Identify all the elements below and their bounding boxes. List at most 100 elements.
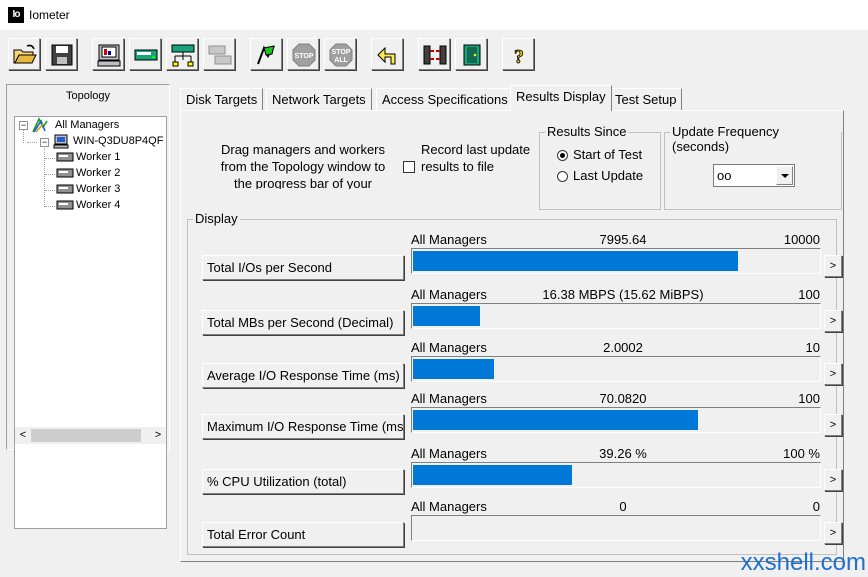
new-network-worker-button[interactable] [166,38,198,70]
metric-value: 7995.64 [599,232,647,247]
computer-icon [53,134,69,149]
metric-row: All Managers 0 0 Total Error Count > [188,498,842,553]
reset-arrow-icon [377,46,396,65]
exit-button[interactable] [455,38,487,70]
metric-target: All Managers [411,391,487,406]
disconnect-button[interactable] [418,38,450,70]
svg-text:ALL: ALL [334,57,348,64]
start-tests-button[interactable] [250,38,282,70]
metric-target: All Managers [411,340,487,355]
metric-bar-fill [413,465,572,485]
update-frequency-select[interactable]: oo [713,164,795,187]
metric-bar-fill [413,359,494,379]
metric-value: 0 [619,499,627,514]
metric-row: All Managers 2.0002 10 Average I/O Respo… [188,339,842,394]
reset-workers-button[interactable] [371,38,403,70]
metric-target-button[interactable]: > [824,522,842,544]
metric-max: 100 [798,287,820,302]
about-button[interactable]: ? [502,38,534,70]
metric-bar-fill [413,410,698,430]
metric-select-button[interactable]: % CPU Utilization (total) [202,469,404,494]
duplicate-worker-button[interactable] [203,38,235,70]
open-config-button[interactable] [8,38,40,70]
metric-target-button[interactable]: > [824,310,842,332]
metric-progress-bar[interactable] [411,462,821,488]
metric-progress-bar[interactable] [411,248,821,274]
metric-bar-fill [413,251,738,271]
metric-target: All Managers [411,446,487,461]
metric-progress-bar[interactable] [411,356,821,382]
svg-text:STOP: STOP [332,49,351,56]
display-title: Display [193,211,240,226]
metric-progress-bar[interactable] [411,407,821,433]
last-update-radio[interactable] [557,171,568,182]
new-disk-worker-button[interactable] [129,38,161,70]
tree-label: Worker 3 [76,183,121,195]
start-display-button[interactable] [92,38,124,70]
metric-value: 16.38 MBPS (15.62 MiBPS) [542,287,704,302]
iometer-logo-icon: Io [8,7,24,23]
chevron-down-icon[interactable] [776,166,793,185]
stop-button[interactable]: STOP [287,38,319,70]
tab-network-targets[interactable]: Network Targets [266,88,372,110]
folder-open-icon [13,44,37,64]
stop-all-icon: STOP ALL [329,43,353,67]
toolbar: STOP STOP ALL ? [0,30,868,76]
results-since-title: Results Since [545,124,629,139]
tabs-area: Disk Targets Network Targets Access Spec… [180,85,844,562]
svg-text:?: ? [514,46,524,68]
tab-results-display[interactable]: Results Display [510,85,612,111]
stop-all-button[interactable]: STOP ALL [324,38,356,70]
tree-label: Worker 2 [76,167,121,179]
start-of-test-radio[interactable] [557,150,568,161]
metric-target: All Managers [411,287,487,302]
watermark: xxshell.com [740,549,866,576]
metric-select-button[interactable]: Average I/O Response Time (ms) [202,363,404,388]
topology-tree[interactable]: − All Managers − WIN-Q3DU8P4QF Worker 1 [14,116,167,529]
save-config-button[interactable] [45,38,77,70]
topology-horizontal-scrollbar[interactable]: < > [15,427,166,444]
display-group: Display All Managers 7995.64 10000 Total… [187,211,842,555]
tab-access-specifications[interactable]: Access Specifications [376,88,514,110]
drag-instructions: Drag managers and workers from the Topol… [220,142,386,189]
metric-target-button[interactable]: > [824,469,842,491]
worker-icon [56,184,74,194]
topology-title: Topology [65,90,111,102]
results-display-panel: Drag managers and workers from the Topol… [180,110,844,562]
metric-select-button[interactable]: Maximum I/O Response Time (ms) [202,414,404,439]
record-results-checkbox[interactable] [403,161,415,173]
metric-progress-bar[interactable] [411,515,821,541]
collapse-all-managers-toggle[interactable]: − [19,121,28,130]
metric-max: 10 [805,340,820,355]
title-bar: Io Iometer [0,0,868,30]
metric-select-button[interactable]: Total Error Count [202,522,404,547]
scroll-thumb[interactable] [31,429,141,442]
collapse-manager-toggle[interactable]: − [40,138,49,147]
start-of-test-label: Start of Test [573,147,643,162]
svg-text:STOP: STOP [295,53,314,60]
tab-disk-targets[interactable]: Disk Targets [180,88,264,110]
scroll-right-button[interactable]: > [150,427,166,444]
metric-select-button[interactable]: Total MBs per Second (Decimal) [202,310,404,335]
metric-max: 100 [798,391,820,406]
duplicate-icon [208,45,232,65]
metric-max: 10000 [783,232,820,247]
metric-progress-bar[interactable] [411,303,821,329]
metric-target-button[interactable]: > [824,414,842,436]
tab-test-setup[interactable]: Test Setup [609,88,683,110]
record-results-label: Record last update results to file [421,142,531,174]
results-since-group: Results Since Start of Test Last Update [539,124,661,210]
metric-target-button[interactable]: > [824,363,842,385]
metric-max: 100 % [783,446,820,461]
metric-value: 2.0002 [603,340,643,355]
display-icon [97,44,121,67]
update-frequency-title: Update Frequency (seconds) [670,124,841,154]
metric-target-button[interactable]: > [824,255,842,277]
metric-select-button[interactable]: Total I/Os per Second [202,255,404,280]
worker-icon [56,152,74,162]
metric-row: All Managers 7995.64 10000 Total I/Os pe… [188,231,842,286]
metric-max: 0 [812,499,820,514]
scroll-left-button[interactable]: < [15,427,31,444]
metric-bar-fill [413,306,480,326]
tree-label: All Managers [55,119,120,131]
